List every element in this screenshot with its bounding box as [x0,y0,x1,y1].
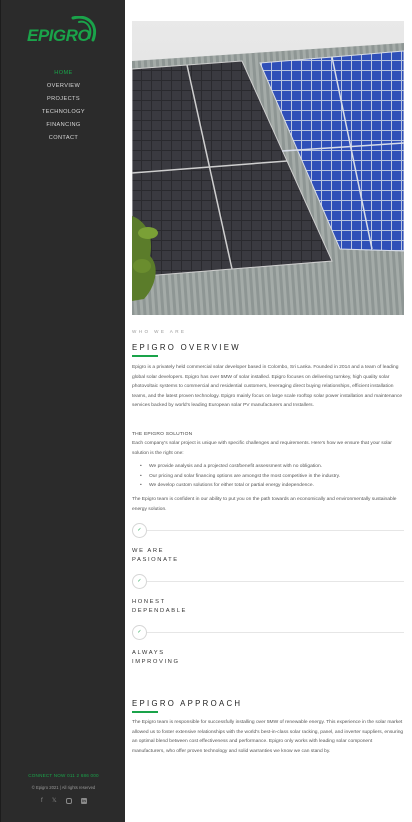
sidebar: EPIGRO HOME OVERVIEW PROJECTS TECHNOLOGY… [0,0,125,822]
linkedin-icon[interactable]: in [80,798,87,804]
copyright-text: © Epigro 2021 | All rights reserved [31,785,96,790]
nav-item-financing[interactable]: FINANCING [1,119,126,132]
nav-item-overview[interactable]: OVERVIEW [1,80,126,93]
value-row-honest: ✓ [132,574,404,590]
connect-phone-link[interactable]: CONNECT NOW 011 2 686 000 [1,773,126,778]
title-underline [132,711,158,713]
divider [147,632,404,633]
value-row-passionate: ✓ [132,523,404,539]
hero-image-solar-panels [132,21,404,315]
approach-title: EPIGRO APPROACH [132,699,243,708]
nav-item-contact[interactable]: CONTACT [1,132,126,145]
nav-item-technology[interactable]: TECHNOLOGY [1,106,126,119]
instagram-icon[interactable] [65,798,72,804]
overview-intro: Epigro is a privately held commercial so… [132,365,403,409]
value-label-improving: ALWAYS IMPROVING [132,650,180,665]
section-eyebrow: WHO WE ARE [132,329,187,334]
approach-text: The Epigro team is responsible for succe… [132,720,404,754]
divider [147,530,404,531]
nav-item-home[interactable]: HOME [1,67,126,80]
list-item: Our pricing and solar financing options … [140,472,403,482]
overview-title: EPIGRO OVERVIEW [132,343,241,352]
check-icon: ✓ [132,574,147,589]
list-item: We provide analysis and a projected cost… [140,462,403,472]
list-item: We develop custom solutions for either t… [140,481,403,491]
value-label-passionate: WE ARE PASIONATE [132,548,179,563]
solution-text: Each company's solar project is unique w… [132,441,392,456]
twitter-icon[interactable]: 𝕏 [52,797,57,805]
main-nav: HOME OVERVIEW PROJECTS TECHNOLOGY FINANC… [1,67,126,145]
check-icon: ✓ [132,625,147,640]
facebook-icon[interactable]: f [41,797,43,805]
check-icon: ✓ [132,523,147,538]
nav-item-projects[interactable]: PROJECTS [1,93,126,106]
epigro-logo[interactable]: EPIGRO [27,16,99,46]
value-row-improving: ✓ [132,625,404,641]
social-links: f 𝕏 in [41,797,87,805]
value-label-honest: HONEST DEPENDABLE [132,599,187,614]
closing-text: The Epigro team is confident in our abil… [132,497,397,512]
main-content: WHO WE ARE EPIGRO OVERVIEW Epigro is a p… [125,0,412,822]
divider [147,581,404,582]
solution-heading: THE EPIGRO SOLUTION [132,432,193,437]
logo-text: EPIGRO [27,26,91,45]
solution-bullets: We provide analysis and a projected cost… [140,462,403,491]
title-underline [132,355,158,357]
